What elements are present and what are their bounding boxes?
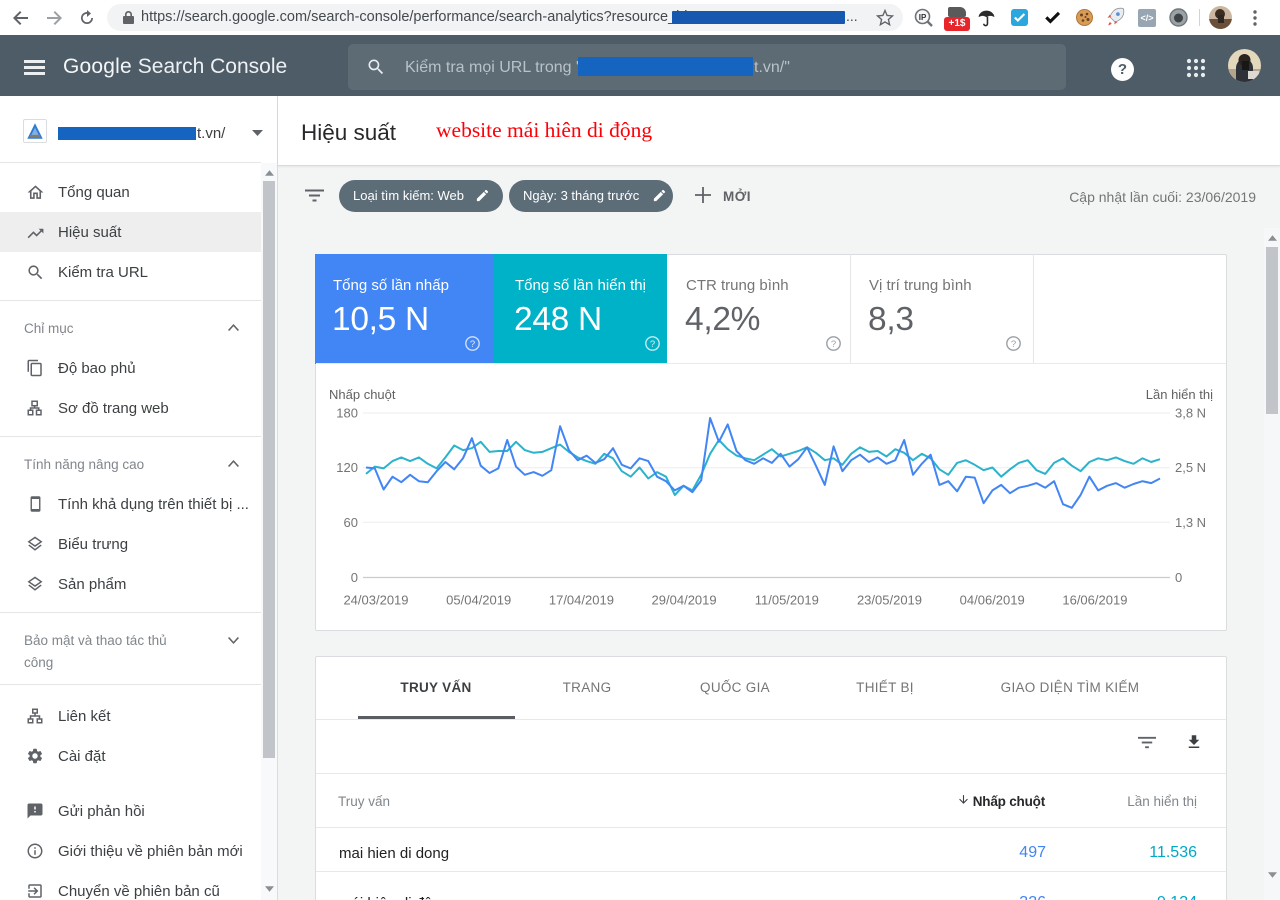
svg-text:?: ? bbox=[470, 339, 475, 350]
svg-text:0: 0 bbox=[351, 570, 358, 585]
svg-text:3,8 N: 3,8 N bbox=[1175, 406, 1206, 421]
svg-text:60: 60 bbox=[344, 515, 358, 530]
svg-text:1,3 N: 1,3 N bbox=[1175, 515, 1206, 530]
svg-text:180: 180 bbox=[336, 406, 358, 421]
svg-text:16/06/2019: 16/06/2019 bbox=[1062, 593, 1127, 608]
svg-text:23/05/2019: 23/05/2019 bbox=[857, 593, 922, 608]
svg-text:2,5 N: 2,5 N bbox=[1175, 460, 1206, 475]
svg-text:0: 0 bbox=[1175, 570, 1182, 585]
svg-text:Lần hiển thị: Lần hiển thị bbox=[1146, 387, 1213, 402]
svg-text:24/03/2019: 24/03/2019 bbox=[343, 593, 408, 608]
svg-text:IP: IP bbox=[919, 13, 927, 22]
svg-text:120: 120 bbox=[336, 460, 358, 475]
svg-text:?: ? bbox=[650, 339, 655, 350]
svg-text:11/05/2019: 11/05/2019 bbox=[755, 593, 819, 608]
svg-text:04/06/2019: 04/06/2019 bbox=[960, 593, 1025, 608]
svg-text:?: ? bbox=[1011, 339, 1016, 350]
svg-text:17/04/2019: 17/04/2019 bbox=[549, 593, 614, 608]
svg-text:05/04/2019: 05/04/2019 bbox=[446, 593, 511, 608]
svg-text:29/04/2019: 29/04/2019 bbox=[652, 593, 717, 608]
svg-text:Nhấp chuột: Nhấp chuột bbox=[329, 387, 396, 402]
svg-text:?: ? bbox=[831, 339, 836, 350]
